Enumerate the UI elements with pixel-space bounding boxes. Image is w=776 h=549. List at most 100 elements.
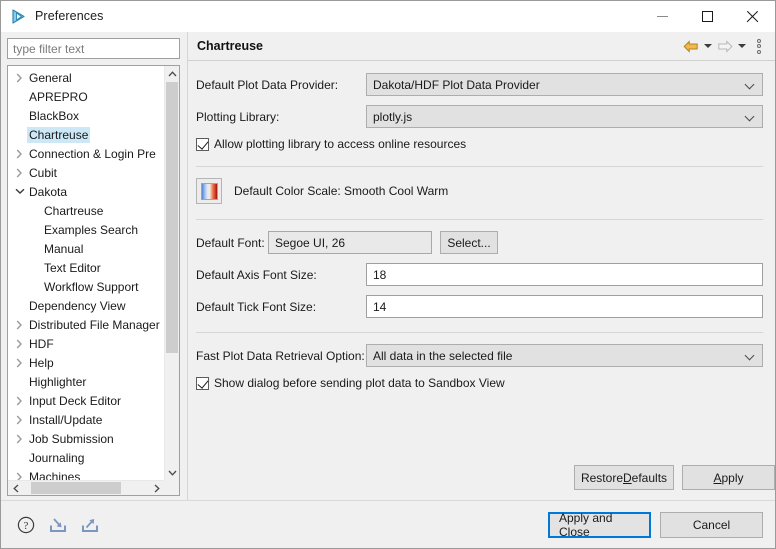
chevron-right-icon[interactable]: [12, 396, 27, 406]
tree-item-general[interactable]: General: [8, 68, 164, 87]
tree-item-label: Connection & Login Pre: [27, 146, 158, 162]
chevron-right-icon[interactable]: [12, 358, 27, 368]
tree-item-connection-login-pre[interactable]: Connection & Login Pre: [8, 144, 164, 163]
chevron-down-icon[interactable]: [12, 188, 27, 195]
tree-item-label: Help: [27, 355, 56, 371]
tree-item-label: APREPRO: [27, 89, 90, 105]
footer-action-buttons: Apply and Close Cancel: [548, 512, 763, 538]
minimize-icon: [657, 16, 668, 17]
help-icon: ?: [17, 516, 35, 534]
preferences-sidebar: GeneralAPREPROBlackBoxChartreuseConnecti…: [1, 32, 187, 500]
apply-and-close-button[interactable]: Apply and Close: [548, 512, 651, 538]
show-dialog-checkbox[interactable]: [196, 377, 209, 390]
vertical-scroll-thumb[interactable]: [166, 82, 178, 353]
export-icon: [80, 516, 100, 534]
scroll-left-icon[interactable]: [8, 481, 23, 496]
scroll-right-icon[interactable]: [149, 481, 164, 496]
maximize-button[interactable]: [685, 1, 730, 32]
footer-icon-group: ?: [15, 514, 101, 536]
preferences-tree: GeneralAPREPROBlackBoxChartreuseConnecti…: [7, 65, 180, 496]
tree-item-label: Input Deck Editor: [27, 393, 123, 409]
page-header: Chartreuse: [188, 32, 775, 61]
tree-item-examples-search[interactable]: Examples Search: [8, 220, 164, 239]
export-button[interactable]: [79, 514, 101, 536]
tree-item-blackbox[interactable]: BlackBox: [8, 106, 164, 125]
minimize-button[interactable]: [640, 1, 685, 32]
chevron-right-icon[interactable]: [12, 149, 27, 159]
back-arrow-icon[interactable]: [681, 37, 700, 56]
tree-item-label: Text Editor: [42, 260, 103, 276]
tree-item-job-submission[interactable]: Job Submission: [8, 429, 164, 448]
tree-item-label: Highlighter: [27, 374, 88, 390]
chevron-right-icon[interactable]: [12, 472, 27, 481]
tree-item-chartreuse[interactable]: Chartreuse: [8, 201, 164, 220]
allow-online-resources-checkbox-row[interactable]: Allow plotting library to access online …: [196, 137, 763, 151]
tree-item-label: Dakota: [27, 184, 69, 200]
tree-item-dependency-view[interactable]: Dependency View: [8, 296, 164, 315]
apply-mnemonic: A: [713, 471, 721, 485]
tree-item-hdf[interactable]: HDF: [8, 334, 164, 353]
page-title: Chartreuse: [197, 39, 263, 53]
forward-arrow-icon[interactable]: [715, 37, 734, 56]
restore-defaults-pre: Restore: [581, 471, 623, 485]
chevron-right-icon[interactable]: [12, 320, 27, 330]
tree-item-journaling[interactable]: Journaling: [8, 448, 164, 467]
color-scale-button[interactable]: [196, 178, 222, 204]
help-button[interactable]: ?: [15, 514, 37, 536]
tree-item-chartreuse[interactable]: Chartreuse: [8, 125, 164, 144]
tree-vertical-scrollbar[interactable]: [164, 66, 179, 480]
allow-online-resources-checkbox[interactable]: [196, 138, 209, 151]
page-header-tools: [681, 37, 775, 56]
tree-item-highlighter[interactable]: Highlighter: [8, 372, 164, 391]
axis-font-size-input[interactable]: 18: [366, 263, 763, 286]
chevron-right-icon[interactable]: [12, 168, 27, 178]
chevron-right-icon[interactable]: [12, 73, 27, 83]
plotting-library-dropdown[interactable]: plotly.js: [366, 105, 763, 128]
select-font-button[interactable]: Select...: [440, 231, 498, 254]
restore-defaults-button[interactable]: Restore Defaults: [574, 465, 674, 490]
plot-data-provider-dropdown[interactable]: Dakota/HDF Plot Data Provider: [366, 73, 763, 96]
chevron-right-icon[interactable]: [12, 415, 27, 425]
scroll-up-icon[interactable]: [165, 66, 179, 81]
page-action-buttons: Restore Defaults Apply: [574, 465, 775, 490]
chevron-right-icon[interactable]: [12, 339, 27, 349]
scroll-down-icon[interactable]: [165, 465, 179, 480]
close-button[interactable]: [730, 1, 775, 32]
tree-item-manual[interactable]: Manual: [8, 239, 164, 258]
filter-input[interactable]: [7, 38, 180, 59]
tree-item-cubit[interactable]: Cubit: [8, 163, 164, 182]
tree-item-install-update[interactable]: Install/Update: [8, 410, 164, 429]
chevron-down-icon: [745, 350, 756, 361]
show-dialog-checkbox-row[interactable]: Show dialog before sending plot data to …: [196, 376, 763, 390]
tree-horizontal-scrollbar[interactable]: [8, 480, 164, 495]
tick-font-size-input[interactable]: 14: [366, 295, 763, 318]
tree-item-text-editor[interactable]: Text Editor: [8, 258, 164, 277]
import-button[interactable]: [47, 514, 69, 536]
tree-item-dakota[interactable]: Dakota: [8, 182, 164, 201]
tree-item-label: Dependency View: [27, 298, 128, 314]
tree-item-distributed-file-manager[interactable]: Distributed File Manager: [8, 315, 164, 334]
horizontal-scroll-thumb[interactable]: [31, 482, 121, 494]
back-dropdown-chevron-down-icon[interactable]: [702, 37, 713, 56]
forward-dropdown-chevron-down-icon[interactable]: [736, 37, 747, 56]
default-font-value[interactable]: Segoe UI, 26: [268, 231, 432, 254]
tree-item-label: Workflow Support: [42, 279, 140, 295]
window-title: Preferences: [35, 9, 104, 23]
tree-item-machines[interactable]: Machines: [8, 467, 164, 480]
fast-plot-retrieval-value: All data in the selected file: [373, 349, 745, 363]
plot-data-provider-value: Dakota/HDF Plot Data Provider: [373, 78, 745, 92]
tree-item-workflow-support[interactable]: Workflow Support: [8, 277, 164, 296]
tree-item-help[interactable]: Help: [8, 353, 164, 372]
tree-item-input-deck-editor[interactable]: Input Deck Editor: [8, 391, 164, 410]
default-font-text: Segoe UI, 26: [275, 236, 345, 250]
tree-item-label: Chartreuse: [42, 203, 105, 219]
svg-text:?: ?: [24, 519, 29, 531]
chevron-right-icon[interactable]: [12, 434, 27, 444]
fast-plot-retrieval-dropdown[interactable]: All data in the selected file: [366, 344, 763, 367]
play-triangle-icon: [10, 7, 28, 25]
view-menu-icon[interactable]: [749, 37, 768, 56]
apply-button[interactable]: Apply: [682, 465, 775, 490]
tree-item-aprepro[interactable]: APREPRO: [8, 87, 164, 106]
cancel-button[interactable]: Cancel: [660, 512, 763, 538]
chevron-down-icon: [745, 79, 756, 90]
